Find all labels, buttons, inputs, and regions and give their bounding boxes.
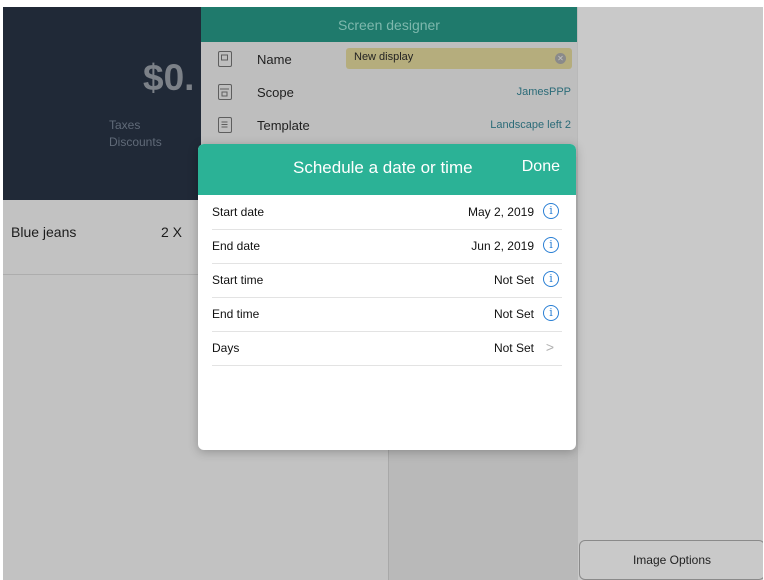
screen-designer-popover: Screen designer Name New display ✕ Scope… — [201, 7, 577, 157]
start-time-label: Start time — [212, 273, 264, 287]
store-icon — [218, 84, 232, 100]
end-date-label: End date — [212, 239, 261, 253]
schedule-dialog: Schedule a date or time Done Start date … — [198, 144, 576, 450]
image-options-button[interactable]: Image Options — [579, 540, 763, 580]
clear-icon[interactable]: ✕ — [555, 53, 566, 64]
info-icon[interactable]: i — [543, 237, 559, 253]
chevron-right-icon: > — [545, 339, 554, 355]
cart-item-quantity: 2 X — [161, 224, 183, 240]
scope-label: Scope — [257, 85, 294, 100]
end-time-row[interactable]: End time Not Set i — [212, 297, 562, 332]
days-row[interactable]: Days Not Set > — [212, 331, 562, 366]
designer-scope-row[interactable]: Scope JamesPPP — [201, 76, 577, 109]
schedule-dialog-title: Schedule a date or time — [293, 158, 473, 177]
screen-designer-header: Screen designer — [201, 7, 577, 42]
cart-item-name: Blue jeans — [11, 224, 77, 240]
discounts-label: Discounts — [109, 135, 162, 149]
start-date-value: May 2, 2019 — [467, 205, 534, 219]
name-label: Name — [257, 52, 292, 67]
screen-designer-title: Screen designer — [338, 16, 440, 33]
info-icon[interactable]: i — [543, 203, 559, 219]
start-time-row[interactable]: Start time Not Set i — [212, 263, 562, 298]
info-icon[interactable]: i — [543, 305, 559, 321]
template-value: Landscape left 2 — [490, 119, 571, 131]
right-pane — [578, 7, 763, 580]
taxes-label: Taxes — [109, 118, 141, 132]
start-date-row[interactable]: Start date May 2, 2019 i — [212, 195, 562, 230]
designer-name-row: Name New display ✕ — [201, 43, 577, 76]
start-date-label: Start date — [212, 205, 265, 219]
designer-template-row[interactable]: Template Landscape left 2 — [201, 109, 577, 142]
template-label: Template — [257, 118, 310, 133]
done-button[interactable]: Done — [522, 158, 560, 176]
scope-value: JamesPPP — [516, 86, 571, 98]
name-input-value: New display — [354, 51, 414, 63]
days-label: Days — [212, 341, 240, 355]
end-time-label: End time — [212, 307, 260, 321]
end-date-value: Jun 2, 2019 — [471, 239, 534, 253]
schedule-dialog-header: Schedule a date or time Done — [198, 144, 576, 195]
total-amount: $0. — [143, 57, 195, 98]
start-time-value: Not Set — [493, 273, 534, 287]
app-window: $0. Taxes Discounts Blue jeans 2 X Image… — [3, 7, 763, 580]
info-icon[interactable]: i — [543, 271, 559, 287]
document-icon — [218, 117, 232, 133]
display-icon — [218, 51, 232, 67]
end-date-row[interactable]: End date Jun 2, 2019 i — [212, 229, 562, 264]
days-value: Not Set — [493, 341, 534, 355]
name-input[interactable]: New display ✕ — [346, 48, 572, 69]
end-time-value: Not Set — [493, 307, 534, 321]
